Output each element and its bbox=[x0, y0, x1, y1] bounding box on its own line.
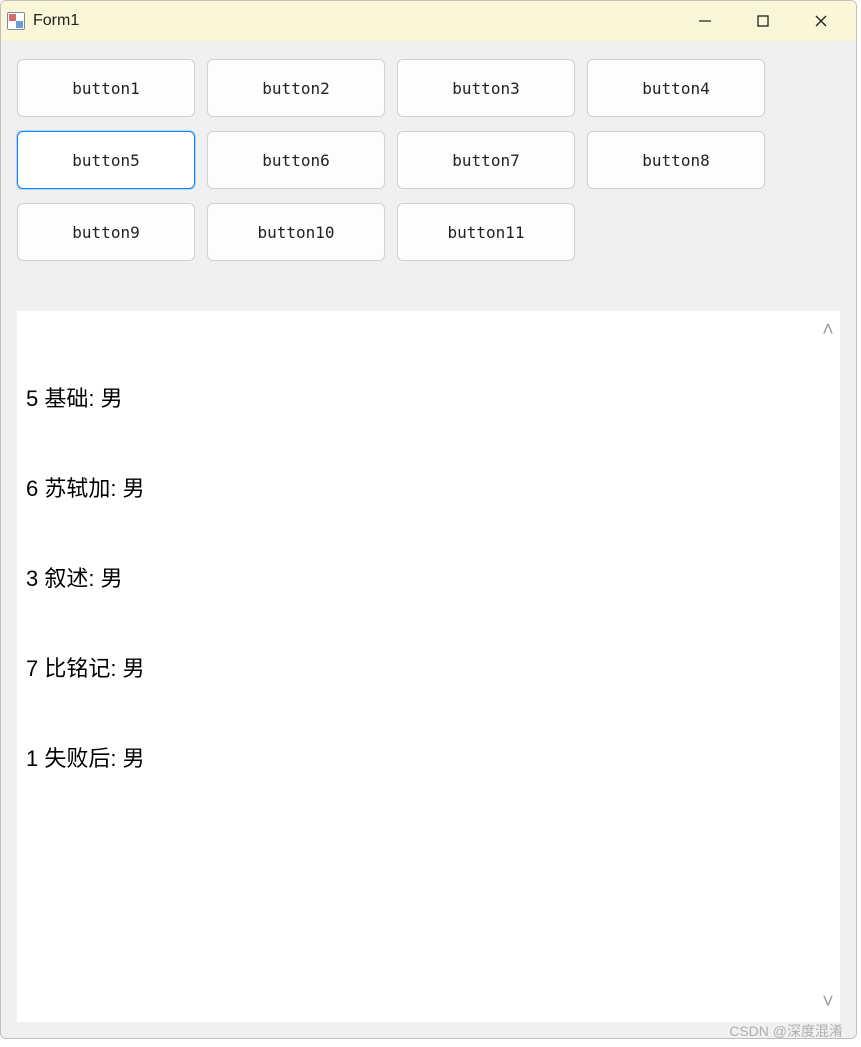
button9[interactable]: button9 bbox=[17, 203, 195, 261]
button10[interactable]: button10 bbox=[207, 203, 385, 261]
scroll-up-icon[interactable]: ˄ bbox=[822, 319, 834, 342]
output-textbox[interactable]: 5 基础: 男 6 苏轼加: 男 3 叙述: 男 7 比铭记: 男 1 失败后:… bbox=[17, 311, 816, 1022]
output-line: 7 比铭记: 男 bbox=[26, 654, 807, 684]
window-frame: Form1 button1 button2 button3 button4 bu… bbox=[0, 0, 857, 1039]
button2[interactable]: button2 bbox=[207, 59, 385, 117]
minimize-button[interactable] bbox=[676, 1, 734, 41]
vertical-scrollbar[interactable]: ˄ ˅ bbox=[816, 311, 840, 1022]
output-line: 6 苏轼加: 男 bbox=[26, 474, 807, 504]
button5[interactable]: button5 bbox=[17, 131, 195, 189]
scroll-down-icon[interactable]: ˅ bbox=[822, 991, 834, 1014]
output-panel: 5 基础: 男 6 苏轼加: 男 3 叙述: 男 7 比铭记: 男 1 失败后:… bbox=[17, 311, 840, 1022]
output-line: 3 叙述: 男 bbox=[26, 564, 807, 594]
button4[interactable]: button4 bbox=[587, 59, 765, 117]
button3[interactable]: button3 bbox=[397, 59, 575, 117]
button11[interactable]: button11 bbox=[397, 203, 575, 261]
close-button[interactable] bbox=[792, 1, 850, 41]
button-grid: button1 button2 button3 button4 button5 … bbox=[17, 59, 840, 261]
button6[interactable]: button6 bbox=[207, 131, 385, 189]
app-icon bbox=[7, 12, 25, 30]
window-title: Form1 bbox=[33, 12, 79, 30]
button8[interactable]: button8 bbox=[587, 131, 765, 189]
output-line: 1 失败后: 男 bbox=[26, 744, 807, 774]
output-line: 5 基础: 男 bbox=[26, 384, 807, 414]
button1[interactable]: button1 bbox=[17, 59, 195, 117]
client-area: button1 button2 button3 button4 button5 … bbox=[1, 41, 856, 1038]
title-bar[interactable]: Form1 bbox=[1, 1, 856, 41]
maximize-button[interactable] bbox=[734, 1, 792, 41]
button7[interactable]: button7 bbox=[397, 131, 575, 189]
